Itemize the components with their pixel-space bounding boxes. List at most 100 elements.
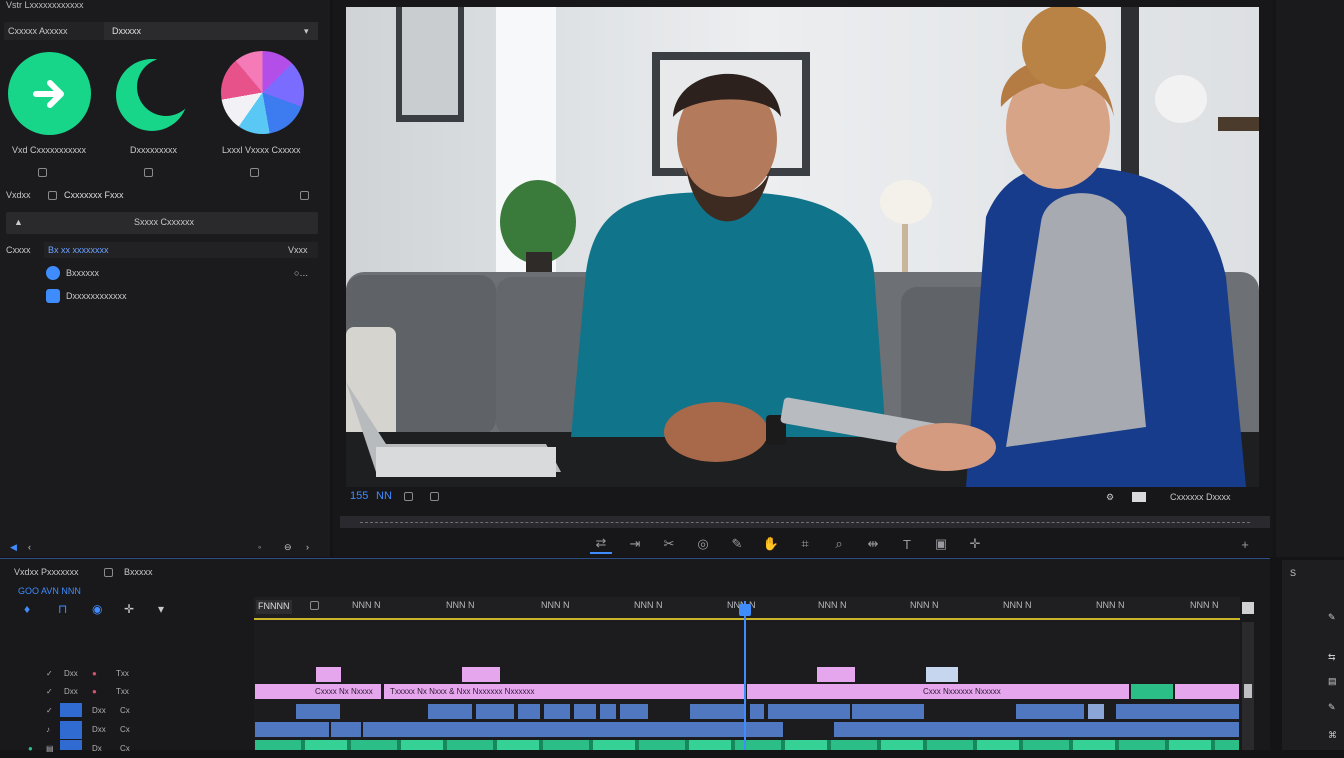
clip[interactable] <box>476 704 514 719</box>
clip[interactable] <box>817 667 855 682</box>
clip[interactable]: Cxxxx Nx Nxxxx <box>255 684 381 699</box>
clip[interactable] <box>926 667 958 682</box>
search-bar[interactable]: ▲ Sxxxx Cxxxxxx <box>6 212 318 234</box>
zoom-icon[interactable]: ◦ <box>258 542 261 553</box>
ripple-icon[interactable]: ⇹ <box>862 534 884 554</box>
clip[interactable] <box>1131 684 1173 699</box>
clip[interactable] <box>462 667 500 682</box>
target-toggle[interactable] <box>60 740 82 750</box>
playhead[interactable] <box>744 601 746 750</box>
clip[interactable] <box>834 722 1239 737</box>
audio-clip[interactable] <box>255 740 1239 750</box>
hand-icon[interactable]: ✋ <box>760 534 782 554</box>
linked-icon[interactable]: ⊓ <box>58 603 67 615</box>
preset-2-thumbnail[interactable] <box>114 56 195 134</box>
clip[interactable] <box>428 704 472 719</box>
clip[interactable] <box>600 704 616 719</box>
ruler-end-icon[interactable] <box>1242 602 1254 614</box>
preset-1-thumbnail[interactable] <box>8 52 91 135</box>
nav-back-icon[interactable]: ‹ <box>28 542 31 553</box>
zoom-tool-icon[interactable]: ⌕ <box>828 534 850 554</box>
timeline-scrollbar[interactable] <box>1242 622 1254 750</box>
clip[interactable] <box>1116 704 1239 719</box>
checkbox-icon[interactable] <box>48 191 57 200</box>
clip[interactable] <box>690 704 746 719</box>
marker-add-icon[interactable]: ◉ <box>92 603 102 615</box>
clip[interactable] <box>768 704 850 719</box>
preset-3-options-icon[interactable] <box>250 168 259 177</box>
record-icon[interactable]: ● <box>92 687 97 696</box>
loop-icon[interactable]: ⊖ <box>284 542 292 553</box>
clip[interactable]: Cxxx Nxxxxxx Nxxxxx <box>747 684 1129 699</box>
record-icon[interactable]: ● <box>92 669 97 678</box>
export-frame-icon[interactable]: ▣ <box>930 534 952 554</box>
section-options-icon[interactable] <box>300 191 309 200</box>
search-icon[interactable]: ○… <box>294 268 308 279</box>
playhead-handle[interactable] <box>739 604 751 616</box>
current-timecode-2[interactable]: NN <box>376 491 392 502</box>
eye-icon[interactable]: ✓ <box>46 687 53 696</box>
sequence-name[interactable]: GOO AVN NNN <box>18 586 81 597</box>
clip[interactable]: Txxxxx Nx Nxxx & Nxx Nxxxxxx Nxxxxxx <box>384 684 744 699</box>
timeline-menu-icon[interactable]: ▾ <box>158 603 164 615</box>
fit-icon[interactable] <box>430 492 439 501</box>
clip[interactable] <box>852 704 924 719</box>
clip[interactable] <box>255 722 329 737</box>
work-area-bar[interactable] <box>254 618 1240 620</box>
crop-icon[interactable]: ⌗ <box>794 534 816 554</box>
preset-2-options-icon[interactable] <box>144 168 153 177</box>
clip[interactable] <box>296 704 340 719</box>
tab-left[interactable]: Cxxxxx Axxxxx <box>8 26 68 37</box>
right-tool-2-icon[interactable]: ⇆ <box>1328 652 1336 663</box>
clip[interactable] <box>518 704 540 719</box>
safe-margins-icon[interactable] <box>1132 492 1146 502</box>
nav-forward-icon[interactable]: › <box>306 542 309 553</box>
clip[interactable] <box>544 704 570 719</box>
mute-icon[interactable]: ▤ <box>46 744 54 753</box>
clip[interactable] <box>574 704 596 719</box>
razor-icon[interactable]: ✂ <box>658 534 680 554</box>
right-tool-4-icon[interactable]: ✎ <box>1328 702 1336 713</box>
item-2-label[interactable]: Dxxxxxxxxxxxx <box>66 291 127 302</box>
clip[interactable] <box>316 667 341 682</box>
clip[interactable] <box>620 704 648 719</box>
preset-1-options-icon[interactable] <box>38 168 47 177</box>
track-select-icon[interactable]: ⇥ <box>624 534 646 554</box>
right-tool-1-icon[interactable]: ✎ <box>1328 612 1336 623</box>
video-preview[interactable] <box>346 7 1259 487</box>
timeline-checkbox-icon[interactable] <box>104 568 113 577</box>
target-toggle[interactable] <box>60 721 82 739</box>
clip[interactable] <box>363 722 783 737</box>
current-timecode[interactable]: 155 <box>350 491 368 502</box>
clip[interactable] <box>750 704 764 719</box>
insert-icon[interactable]: ✛ <box>964 534 986 554</box>
audio-icon[interactable]: ● <box>28 744 33 753</box>
tab-right[interactable]: Dxxxxx <box>112 26 141 37</box>
scrollbar-thumb[interactable] <box>1244 684 1252 698</box>
selection-tool-icon[interactable]: ⇄ <box>590 534 612 554</box>
ruler-settings-icon[interactable] <box>310 601 319 610</box>
snap-icon[interactable]: ♦ <box>24 603 30 615</box>
clip[interactable] <box>1016 704 1084 719</box>
eye-icon[interactable]: ✓ <box>46 706 53 715</box>
settings-icon[interactable]: ⚙ <box>1106 492 1114 503</box>
target-toggle[interactable] <box>60 703 82 717</box>
item-1-label[interactable]: Bxxxxxx <box>66 268 99 279</box>
slip-icon[interactable]: ◎ <box>692 534 714 554</box>
eye-icon[interactable]: ✓ <box>46 669 53 678</box>
preset-3-thumbnail[interactable] <box>221 51 304 134</box>
clip[interactable] <box>1175 684 1239 699</box>
clip[interactable] <box>1088 704 1104 719</box>
add-button-icon[interactable]: + <box>1234 534 1256 554</box>
panel-menu-icon[interactable]: ▾ <box>304 26 309 37</box>
collapse-left-icon[interactable]: ◀ <box>10 542 17 553</box>
marker-icon[interactable] <box>404 492 413 501</box>
viewer-scrubber[interactable] <box>340 516 1270 528</box>
add-track-icon[interactable]: ✛ <box>124 603 134 615</box>
search-button[interactable]: Sxxxx Cxxxxxx <box>134 217 194 228</box>
pen-icon[interactable]: ✎ <box>726 534 748 554</box>
right-tool-5-icon[interactable]: ⌘ <box>1328 730 1337 741</box>
speaker-icon[interactable]: ♪ <box>46 725 50 734</box>
clip[interactable] <box>331 722 361 737</box>
type-icon[interactable]: T <box>896 534 918 554</box>
